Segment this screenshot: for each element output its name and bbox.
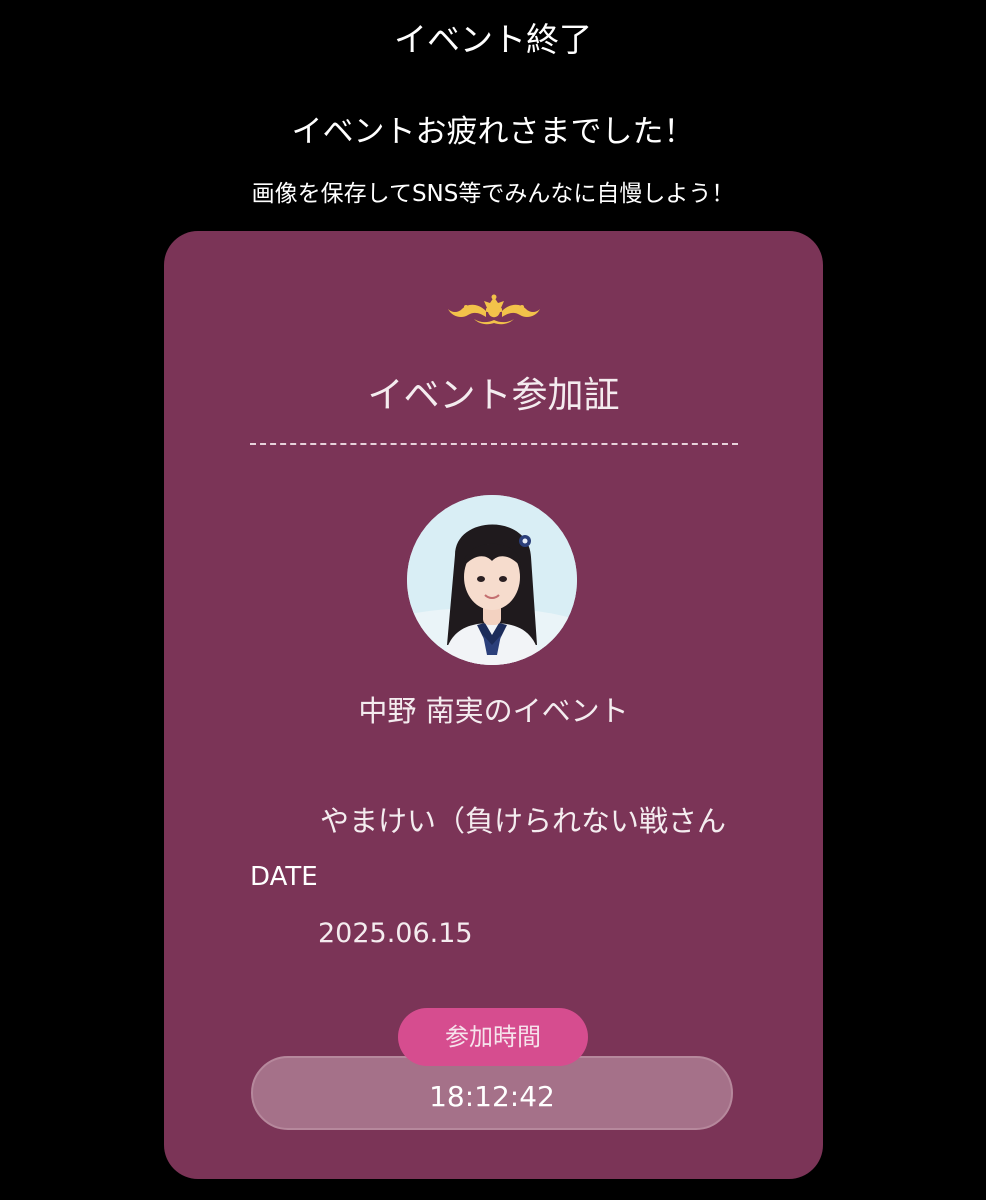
event-owner-label: 中野 南実のイベント bbox=[358, 694, 629, 728]
share-hint: 画像を保存してSNS等でみんなに自慢しよう！ bbox=[251, 181, 735, 207]
date-value: 2025.06.15 bbox=[318, 918, 473, 949]
participation-time-value: 18:12:42 bbox=[429, 1080, 555, 1113]
portrait-image bbox=[407, 495, 577, 665]
participation-time-badge: 参加時間 bbox=[398, 1008, 588, 1066]
card-title: イベント参加証 bbox=[367, 375, 620, 416]
page-title: イベント終了 bbox=[394, 20, 592, 59]
participation-card[interactable]: イベント参加証 中野 南実のイベント やまけい（負けられない戦さん DATE 2… bbox=[164, 231, 823, 1179]
participation-time-box: 18:12:42 bbox=[251, 1056, 733, 1130]
dashed-divider bbox=[250, 443, 738, 445]
participant-name: やまけい（負けられない戦さん bbox=[320, 804, 727, 838]
avatar bbox=[407, 495, 577, 665]
crown-ornament-icon bbox=[448, 294, 540, 325]
thanks-message: イベントお疲れさまでした！ bbox=[291, 114, 695, 150]
date-label: DATE bbox=[250, 862, 318, 892]
